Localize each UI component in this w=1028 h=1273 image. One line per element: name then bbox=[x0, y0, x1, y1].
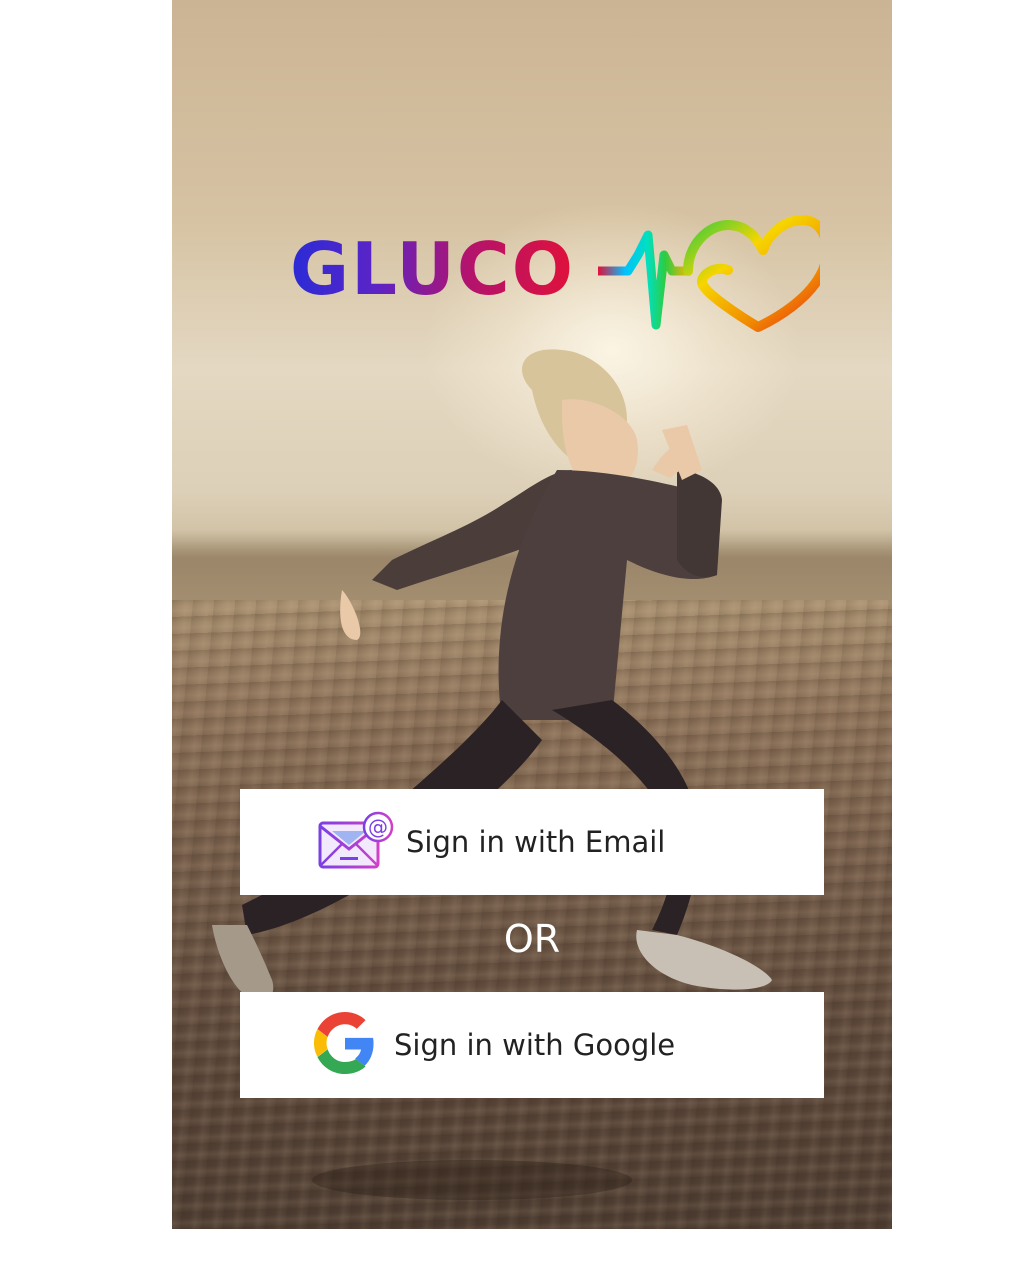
sign-in-google-label: Sign in with Google bbox=[394, 1028, 676, 1062]
sign-in-email-label: Sign in with Email bbox=[406, 825, 666, 859]
login-screen: GLUCO @ Sign in with Email OR Sign in wi… bbox=[172, 0, 892, 1229]
sign-in-google-button[interactable]: Sign in with Google bbox=[240, 992, 824, 1098]
google-g-icon bbox=[314, 1011, 376, 1079]
svg-text:@: @ bbox=[368, 815, 388, 839]
sign-in-email-button[interactable]: @ Sign in with Email bbox=[240, 789, 824, 895]
app-logo: GLUCO bbox=[290, 205, 820, 335]
email-at-icon: @ bbox=[318, 809, 398, 876]
logo-wordmark: GLUCO bbox=[290, 227, 575, 311]
or-separator: OR bbox=[503, 917, 561, 961]
heartbeat-heart-icon bbox=[598, 215, 820, 332]
